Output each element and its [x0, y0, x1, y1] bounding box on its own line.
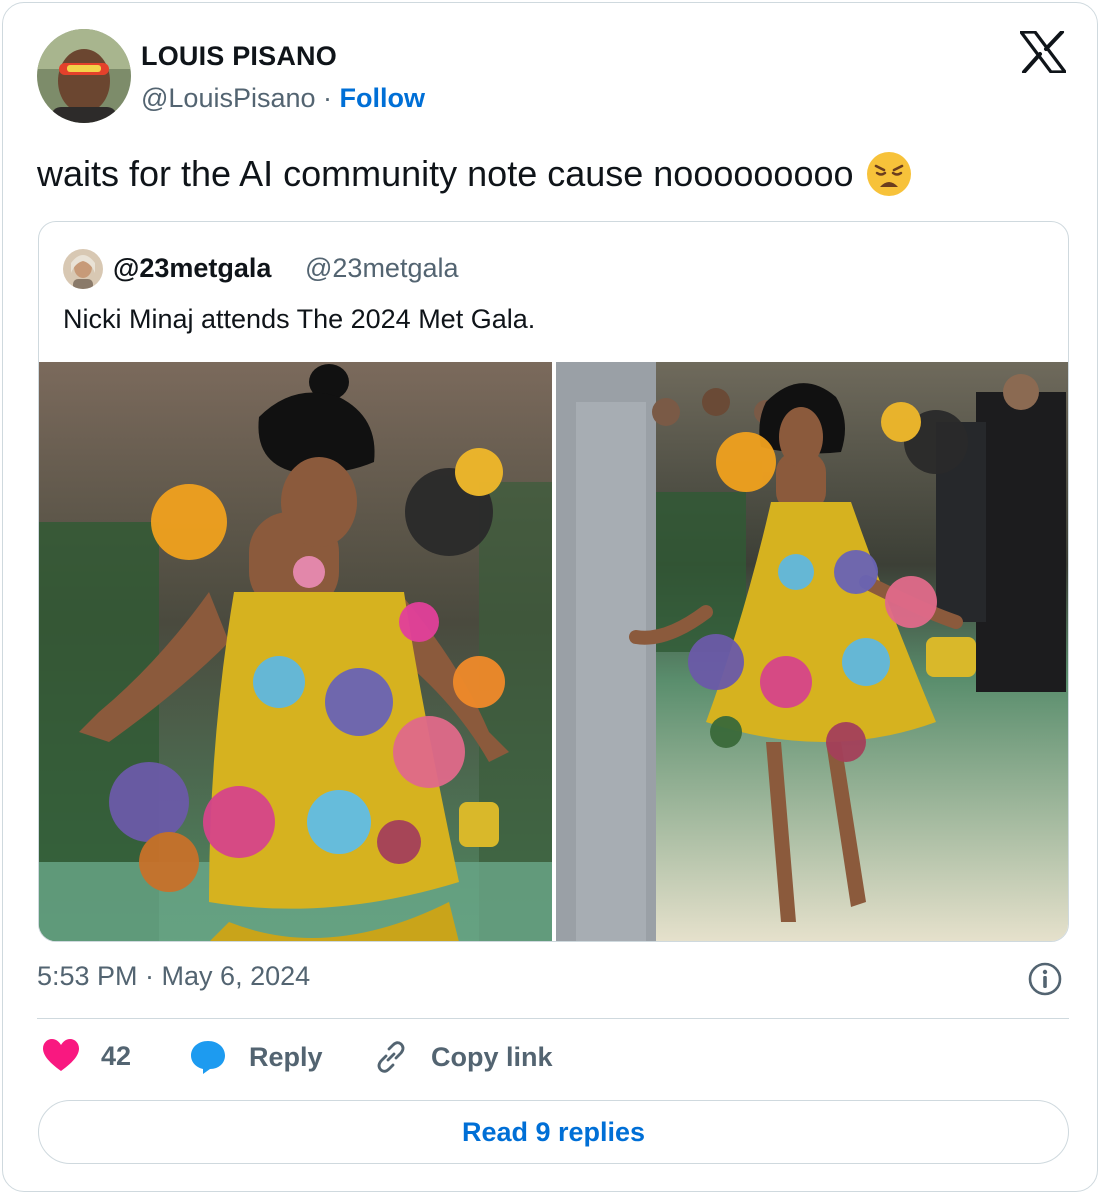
like-count: 42 — [101, 1040, 132, 1071]
author-avatar[interactable] — [37, 29, 131, 123]
reply-button[interactable]: Reply — [189, 1039, 323, 1075]
quoted-photo-full-length[interactable] — [556, 362, 1068, 941]
copy-link-button[interactable]: Copy link — [373, 1039, 553, 1075]
weary-face-icon — [866, 151, 912, 197]
quoted-avatar[interactable] — [63, 249, 103, 289]
tweet-text: waits for the AI community note cause no… — [37, 153, 854, 194]
tweet-timestamp[interactable]: 5:53 PM · May 6, 2024 — [37, 961, 310, 992]
author-handle[interactable]: @LouisPisano — [141, 83, 316, 113]
separator-dot: · — [323, 83, 333, 113]
copy-link-label: Copy link — [431, 1041, 553, 1072]
quoted-text: Nicki Minaj attends The 2024 Met Gala. — [63, 304, 536, 334]
author-name[interactable]: LOUIS PISANO — [141, 41, 337, 72]
x-logo-icon[interactable] — [1019, 30, 1067, 74]
tweet-card: LOUIS PISANO @LouisPisano · Follow waits… — [2, 2, 1098, 1192]
tweet-text-row: waits for the AI community note cause no… — [37, 151, 912, 197]
quoted-photo-closeup[interactable] — [39, 362, 552, 941]
quoted-handle[interactable]: @23metgala — [305, 253, 459, 284]
reply-bubble-icon — [191, 1041, 225, 1074]
info-icon[interactable] — [1027, 961, 1063, 997]
follow-button[interactable]: Follow — [340, 83, 425, 113]
read-replies-button[interactable]: Read 9 replies — [38, 1100, 1069, 1164]
quoted-name[interactable]: @23metgala — [113, 253, 271, 284]
author-handle-row: @LouisPisano · Follow — [141, 83, 425, 114]
like-button[interactable]: 42 — [43, 1039, 131, 1073]
link-icon — [377, 1041, 405, 1073]
quoted-tweet[interactable]: @23metgala @23metgala Nicki Minaj attend… — [38, 221, 1069, 942]
heart-icon — [43, 1039, 79, 1071]
reply-label: Reply — [249, 1041, 323, 1072]
divider — [37, 1018, 1069, 1019]
